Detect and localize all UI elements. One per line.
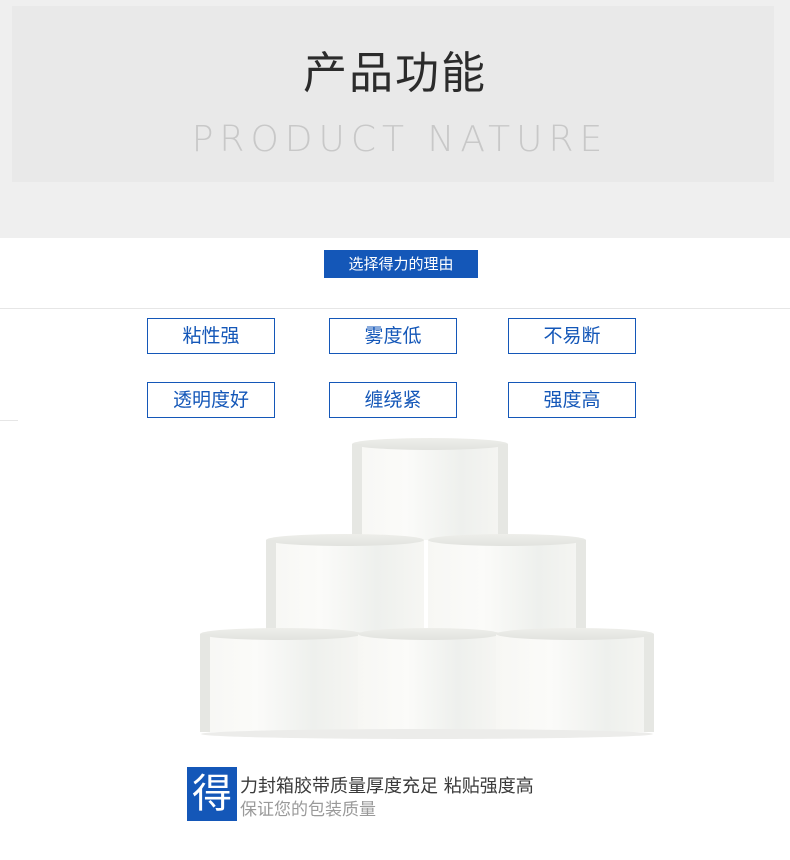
- divider-line-short: [0, 420, 18, 421]
- feature-tag-adhesion: 粘性强: [147, 318, 275, 354]
- reason-badge: 选择得力的理由: [324, 250, 478, 278]
- divider-line: [0, 308, 790, 309]
- tape-roll-bottom-left: [200, 628, 362, 732]
- feature-tag-unbreakable: 不易断: [508, 318, 636, 354]
- tape-roll-top: [352, 438, 508, 540]
- tape-roll-middle-left: [266, 534, 424, 638]
- tape-roll-middle-right: [428, 534, 586, 638]
- feature-tag-transparency: 透明度好: [147, 382, 275, 418]
- caption-badge: 得: [187, 767, 237, 821]
- feature-tag-tight-winding: 缠绕紧: [329, 382, 457, 418]
- section-subtitle: PRODUCT NATURE: [191, 119, 609, 160]
- caption-subline: 保证您的包装质量: [240, 800, 376, 820]
- feature-tag-strength: 强度高: [508, 382, 636, 418]
- tape-roll-bottom-right: [496, 628, 654, 732]
- feature-tag-low-haze: 雾度低: [329, 318, 457, 354]
- section-title: 产品功能: [303, 48, 487, 99]
- tape-roll-bottom-center: [358, 628, 500, 732]
- tape-rolls-image: [200, 438, 654, 739]
